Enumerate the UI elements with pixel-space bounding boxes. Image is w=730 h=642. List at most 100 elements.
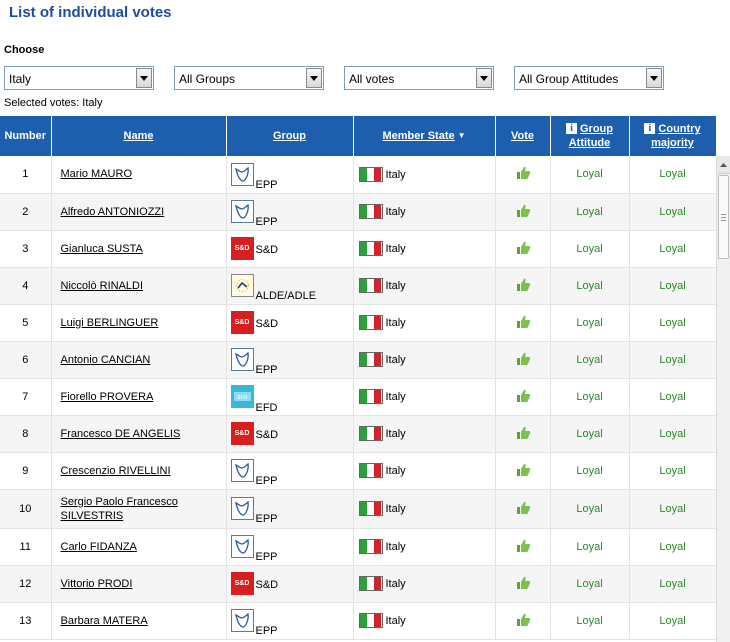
member-state-cell: Italy [353, 602, 496, 640]
group-name: EFD [255, 401, 278, 414]
member-state-cell: Italy [353, 378, 496, 416]
epp-logo-icon [230, 459, 254, 482]
group-attitude-value: Loyal [550, 489, 630, 529]
choose-label: Choose [4, 44, 45, 56]
thumb-up-icon [515, 501, 531, 518]
group-cell: EPP [226, 528, 354, 566]
row-number: 10 [0, 489, 52, 529]
thumb-up-icon [515, 389, 531, 406]
epp-logo-icon [230, 348, 254, 371]
sd-logo-icon: S&D [230, 422, 254, 445]
chevron-down-icon[interactable] [306, 68, 322, 88]
italy-flag-icon [358, 166, 383, 182]
member-name-link[interactable]: Vittorio PRODI [61, 578, 133, 590]
column-header-member-state[interactable]: Member State ▼ [353, 116, 496, 156]
row-number: 12 [0, 565, 52, 603]
row-number: 11 [0, 528, 52, 566]
sd-logo-icon: S&D [230, 237, 254, 260]
vote-cell [495, 528, 551, 566]
group-select[interactable]: All Groups [174, 66, 324, 90]
member-state-name: Italy [385, 503, 406, 515]
member-name-cell: Luigi BERLINGUER [51, 304, 227, 342]
thumb-up-icon [515, 352, 531, 369]
sort-name-link[interactable]: Name [124, 130, 154, 142]
country-select[interactable]: Italy [4, 66, 154, 90]
group-name: S&D [255, 318, 279, 330]
italy-flag-icon [358, 204, 383, 219]
group-attitudes-select[interactable]: All Group Attitudes [514, 66, 664, 90]
member-state-name: Italy [385, 541, 406, 553]
page-title: List of individual votes [9, 4, 172, 21]
member-name-link[interactable]: Crescenzio RIVELLINI [61, 465, 171, 477]
vote-cell [495, 230, 551, 268]
table-row: 3 Gianluca SUSTA S&D S&D Italy Loyal Loyal [0, 230, 717, 268]
thumb-up-icon [515, 166, 531, 183]
country-majority-value: Loyal [629, 230, 717, 268]
group-attitude-value: Loyal [550, 341, 630, 379]
column-header-name[interactable]: Name [51, 116, 227, 156]
italy-flag-icon [358, 278, 383, 293]
scroll-up-icon[interactable] [717, 156, 730, 174]
epp-logo-icon [230, 609, 254, 632]
member-name-link[interactable]: Niccolò RINALDI [61, 280, 144, 292]
italy-flag-icon [358, 576, 383, 591]
column-header-vote[interactable]: Vote [495, 116, 551, 156]
member-state-name: Italy [385, 280, 406, 292]
member-name-link[interactable]: Luigi BERLINGUER [61, 317, 159, 329]
member-name-link[interactable]: Francesco DE ANGELIS [61, 428, 181, 440]
sort-country-majority-link[interactable]: Country majority [651, 123, 700, 149]
scrollbar-thumb[interactable] [718, 175, 729, 259]
group-name: EPP [255, 625, 278, 637]
table-row: 1 Mario MAURO EPP Italy Loyal Loyal [0, 156, 717, 194]
group-cell: EPP [226, 193, 354, 231]
group-name: EPP [255, 178, 278, 191]
column-header-group-attitude[interactable]: i Group Attitude [550, 116, 630, 156]
member-name-link[interactable]: Mario MAURO [61, 168, 133, 180]
country-majority-value: Loyal [629, 602, 717, 640]
info-icon[interactable]: i [566, 123, 577, 134]
country-majority-value: Loyal [629, 156, 717, 194]
group-cell: S&D S&D [226, 230, 354, 268]
thumb-up-icon [515, 426, 531, 443]
member-name-link[interactable]: Sergio Paolo Francesco SILVESTRIS [61, 496, 178, 522]
italy-flag-icon [358, 613, 383, 628]
votes-select[interactable]: All votes [344, 66, 494, 90]
member-name-link[interactable]: Barbara MATERA [61, 615, 148, 627]
chevron-down-icon[interactable] [136, 68, 152, 88]
group-attitude-value: Loyal [550, 452, 630, 490]
thumb-up-icon [515, 576, 531, 593]
member-name-link[interactable]: Carlo FIDANZA [61, 541, 137, 553]
member-name-link[interactable]: Gianluca SUSTA [61, 243, 143, 255]
group-name: EPP [255, 513, 278, 525]
chevron-down-icon[interactable] [476, 68, 492, 88]
member-name-link[interactable]: Alfredo ANTONIOZZI [61, 206, 165, 218]
sort-group-link[interactable]: Group [273, 130, 306, 142]
member-name-link[interactable]: Antonio CANCIAN [61, 354, 151, 366]
italy-flag-icon [358, 389, 383, 404]
member-name-cell: Alfredo ANTONIOZZI [51, 193, 227, 231]
member-name-cell: Gianluca SUSTA [51, 230, 227, 268]
group-cell: S&D S&D [226, 565, 354, 603]
member-state-name: Italy [385, 317, 406, 329]
column-header-number-label: Number [4, 130, 47, 142]
table-row: 7 Fiorello PROVERA EFD EFD Italy Loyal Loyal [0, 378, 717, 416]
country-select-value: Italy [9, 72, 32, 86]
thumb-up-icon [515, 463, 531, 480]
sort-member-state-link[interactable]: Member State [382, 130, 454, 142]
group-cell: S&D S&D [226, 415, 354, 453]
group-attitude-value: Loyal [550, 415, 630, 453]
column-header-group[interactable]: Group [226, 116, 354, 156]
info-icon[interactable]: i [644, 123, 656, 134]
chevron-down-icon[interactable] [646, 68, 662, 88]
member-name-cell: Sergio Paolo Francesco SILVESTRIS [51, 489, 227, 529]
row-number: 8 [0, 415, 52, 453]
votes-table-container: Number Name Group Member State ▼ Vote i Gr… [0, 116, 730, 642]
sort-vote-link[interactable]: Vote [511, 130, 534, 142]
group-name: EPP [255, 364, 278, 376]
group-cell: ALDE/ADLE [226, 267, 354, 305]
vertical-scrollbar[interactable] [716, 156, 730, 642]
column-header-country-majority[interactable]: i Country majority [629, 116, 717, 156]
member-name-link[interactable]: Fiorello PROVERA [61, 391, 154, 403]
country-majority-value: Loyal [629, 489, 717, 529]
country-majority-value: Loyal [629, 378, 717, 416]
